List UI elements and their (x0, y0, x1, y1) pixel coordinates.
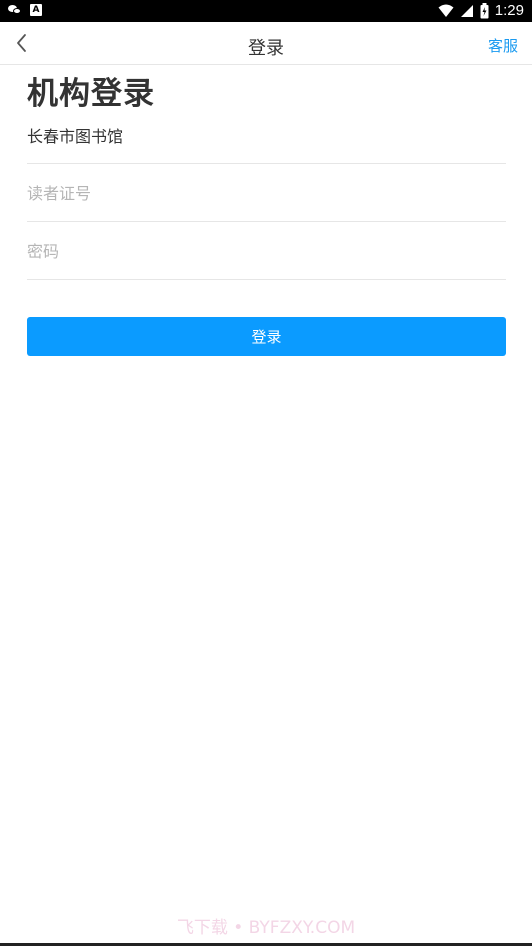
reader-card-field (27, 164, 506, 222)
header-title: 登录 (248, 38, 284, 59)
status-right-icons: 1:29 (438, 2, 524, 19)
app-header: 登录 客服 (0, 22, 532, 65)
library-input[interactable] (27, 118, 506, 152)
reader-card-input[interactable] (27, 176, 506, 210)
battery-icon (480, 2, 489, 18)
back-button[interactable] (10, 30, 34, 56)
status-left-icons: A (8, 4, 42, 16)
status-time: 1:29 (494, 2, 524, 19)
wechat-icon (8, 4, 22, 16)
chevron-left-icon (17, 34, 26, 52)
library-field (27, 106, 506, 164)
status-bar: A 1:29 (0, 0, 532, 22)
wifi-icon (438, 4, 454, 17)
login-button[interactable]: 登录 (27, 317, 506, 356)
customer-service-link[interactable]: 客服 (488, 35, 518, 56)
watermark: 飞下载 • BYFZXY.COM (176, 918, 356, 938)
signal-icon (460, 4, 473, 17)
a-icon: A (30, 4, 42, 16)
password-input[interactable] (27, 234, 506, 268)
password-field (27, 222, 506, 280)
